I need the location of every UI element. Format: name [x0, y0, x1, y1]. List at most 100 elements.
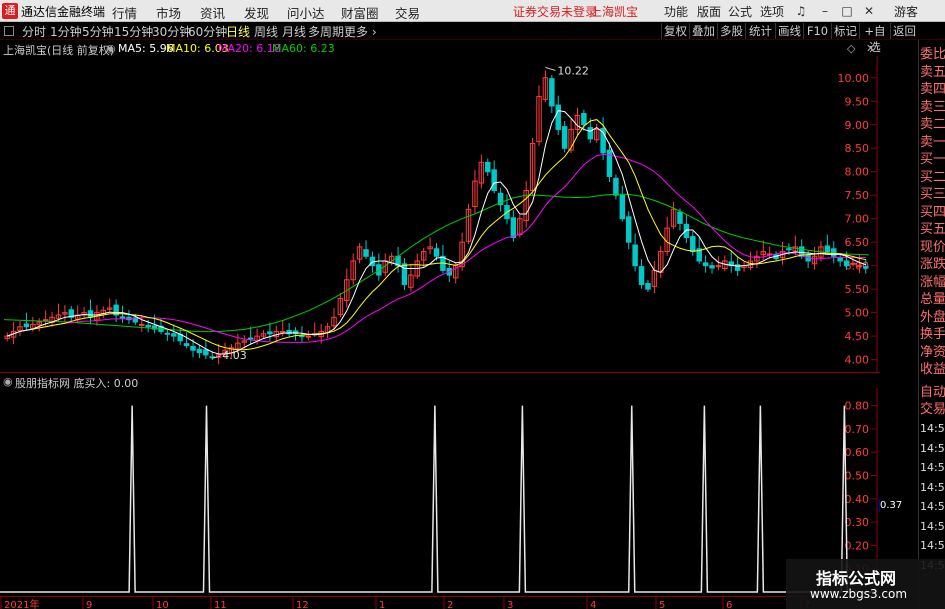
- minimize-icon[interactable]: –: [816, 2, 834, 20]
- diamond-icon[interactable]: ◇: [847, 42, 855, 55]
- candle-body[interactable]: [491, 169, 497, 192]
- candle-body[interactable]: [632, 244, 638, 267]
- menu-options[interactable]: 选项: [760, 3, 784, 20]
- candle-body[interactable]: [510, 217, 517, 238]
- candle-body[interactable]: [190, 345, 196, 351]
- candle-body[interactable]: [709, 265, 715, 269]
- toolbar-button[interactable]: 标记: [831, 23, 859, 39]
- candle-body[interactable]: [139, 323, 145, 326]
- candle-body[interactable]: [856, 265, 863, 268]
- toolbar-button[interactable]: F10: [803, 23, 831, 39]
- candle-body[interactable]: [863, 266, 869, 269]
- candle-body[interactable]: [613, 177, 619, 196]
- close-icon[interactable]: ✕: [860, 2, 878, 20]
- trade-login-warning[interactable]: 证券交易未登录: [513, 3, 597, 20]
- indicator-chart[interactable]: 0.800.700.600.500.400.300.200.10: [0, 388, 880, 596]
- candle-body[interactable]: [587, 127, 594, 140]
- candle-body[interactable]: [183, 343, 190, 347]
- menu-layout[interactable]: 版面: [697, 3, 721, 20]
- guest-label[interactable]: 游客: [894, 3, 918, 20]
- add-watchlist-button[interactable]: +自选: [859, 23, 890, 54]
- candle-body[interactable]: [299, 335, 305, 338]
- auto-trade-label[interactable]: 自动: [920, 384, 945, 402]
- menu-item[interactable]: 发现: [244, 3, 269, 22]
- candle-body[interactable]: [485, 161, 491, 173]
- candle-body[interactable]: [203, 349, 209, 356]
- tab-period[interactable]: 月线: [282, 23, 306, 40]
- candlestick-chart[interactable]: 4.004.505.005.506.006.507.007.508.008.50…: [0, 56, 880, 372]
- candle-body[interactable]: [690, 236, 696, 253]
- period-tab-bar: 分时 1分钟 5分钟 15分钟 30分钟 60分钟 日线 周线 月线 多周期 更…: [0, 22, 945, 54]
- candle-body[interactable]: [42, 319, 49, 322]
- tab-period[interactable]: 5分钟: [82, 23, 114, 40]
- candle-body[interactable]: [850, 262, 856, 265]
- candle-body[interactable]: [843, 260, 850, 267]
- tick-time: 14:56: [920, 441, 945, 455]
- auto-trade-label[interactable]: 交易: [920, 401, 945, 419]
- tab-period[interactable]: 60分钟: [188, 23, 227, 40]
- candle-body[interactable]: [145, 324, 151, 328]
- candle-body[interactable]: [279, 330, 286, 333]
- menu-toggle-icon[interactable]: [4, 26, 14, 36]
- candle-body[interactable]: [267, 331, 273, 335]
- indicator-tick-label: 0.60: [845, 446, 870, 459]
- candle-body[interactable]: [702, 262, 709, 267]
- tab-period-active[interactable]: 日线: [226, 23, 250, 40]
- candle-body[interactable]: [363, 249, 369, 257]
- toolbar-button[interactable]: 复权: [661, 23, 689, 39]
- candle-body[interactable]: [619, 194, 626, 220]
- candle-body[interactable]: [786, 248, 792, 251]
- toolbar-button[interactable]: 画线: [775, 23, 803, 39]
- candle-body[interactable]: [555, 104, 561, 130]
- tab-period[interactable]: 周线: [254, 23, 278, 40]
- candle-body[interactable]: [164, 332, 171, 335]
- candle-body[interactable]: [837, 257, 843, 262]
- candle-body[interactable]: [824, 245, 831, 253]
- candle-body[interactable]: [247, 337, 254, 340]
- headset-icon[interactable]: ♫: [792, 2, 810, 20]
- candle-body[interactable]: [645, 283, 651, 290]
- tab-period[interactable]: 30分钟: [152, 23, 191, 40]
- menu-item[interactable]: 资讯: [200, 3, 225, 22]
- toolbar-button[interactable]: 叠加: [689, 23, 717, 39]
- tab-period[interactable]: 多周期: [308, 23, 344, 40]
- candle-body[interactable]: [715, 265, 722, 268]
- candle-body[interactable]: [171, 333, 177, 337]
- candle-body[interactable]: [677, 211, 683, 224]
- tab-period[interactable]: 15分钟: [114, 23, 153, 40]
- maximize-icon[interactable]: □: [838, 2, 856, 20]
- menu-item[interactable]: 问小达: [287, 3, 325, 22]
- toolbar-button[interactable]: 多股: [717, 23, 745, 39]
- candle-body[interactable]: [561, 126, 568, 149]
- menu-function[interactable]: 功能: [664, 3, 688, 20]
- date-tick-label: 5: [659, 600, 665, 609]
- candle-body[interactable]: [23, 323, 30, 328]
- candle-body[interactable]: [638, 266, 645, 285]
- menu-item[interactable]: 行情: [112, 3, 137, 22]
- price-tick-label: 5.50: [845, 283, 870, 296]
- tab-more[interactable]: 更多 ›: [344, 23, 377, 40]
- tab-period[interactable]: 1分钟: [50, 23, 82, 40]
- menu-item[interactable]: 财富圈: [341, 3, 379, 22]
- menu-item[interactable]: 交易: [395, 3, 420, 22]
- candle-body[interactable]: [606, 149, 613, 177]
- menu-formula[interactable]: 公式: [728, 3, 752, 20]
- menu-item[interactable]: 市场: [156, 3, 181, 22]
- settings-icon[interactable]: ◉: [3, 375, 13, 388]
- candle-body[interactable]: [433, 248, 440, 257]
- candle-body[interactable]: [549, 78, 555, 107]
- close-panel-icon[interactable]: ✕: [866, 42, 875, 55]
- tab-period[interactable]: 分时: [22, 23, 46, 40]
- settings-icon[interactable]: ◉: [106, 42, 116, 55]
- candle-body[interactable]: [87, 310, 94, 318]
- candle-body[interactable]: [581, 112, 587, 126]
- back-button[interactable]: 返回: [890, 23, 918, 39]
- candle-body[interactable]: [401, 263, 408, 285]
- candle-body[interactable]: [625, 216, 632, 243]
- app-logo-icon: 通: [2, 3, 18, 19]
- candle-body[interactable]: [196, 348, 203, 354]
- candle-body[interactable]: [831, 248, 837, 257]
- candle-body[interactable]: [305, 335, 312, 338]
- candle-body[interactable]: [119, 316, 126, 319]
- toolbar-button[interactable]: 统计: [745, 23, 775, 39]
